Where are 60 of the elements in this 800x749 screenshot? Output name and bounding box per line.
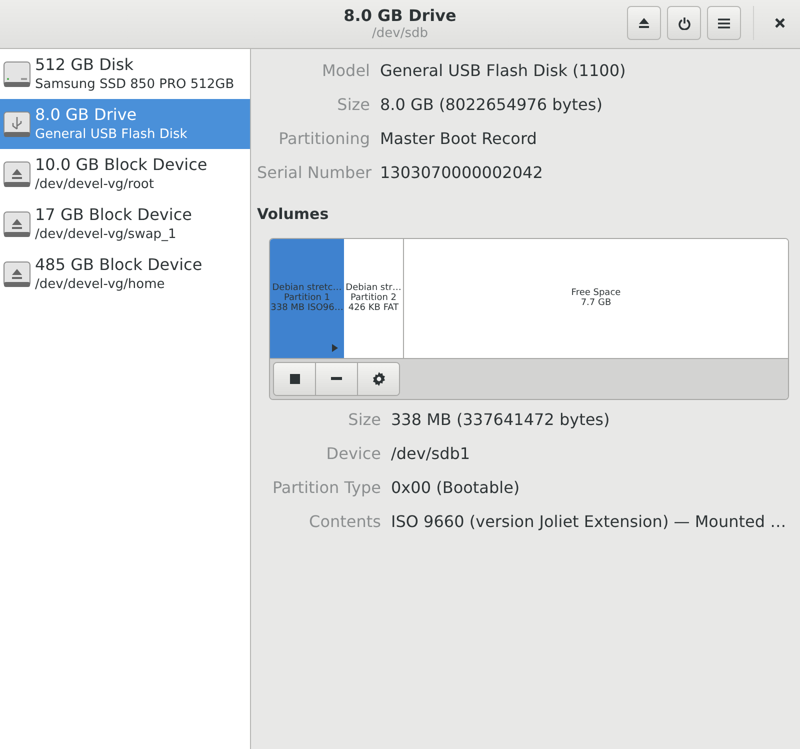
property-label: Size	[336, 94, 370, 116]
remove-button[interactable]	[316, 362, 358, 394]
usb-drive-icon	[3, 110, 31, 138]
stop-button[interactable]	[274, 362, 316, 394]
property-value: 338 MB (337641472 bytes)	[391, 408, 610, 430]
device-name: 17 GB Block Device	[35, 204, 192, 225]
eject-drive-icon	[3, 260, 31, 288]
close-icon	[775, 18, 785, 28]
property-label: Partitioning	[278, 128, 370, 150]
property-value: 8.0 GB (8022654976 bytes)	[380, 94, 602, 116]
device-detail: Samsung SSD 850 PRO 512GB	[35, 76, 234, 94]
device-item[interactable]: 10.0 GB Block Device /dev/devel-vg/root	[0, 149, 250, 199]
device-name: 10.0 GB Block Device	[35, 154, 208, 175]
property-label: Serial Number	[257, 162, 370, 184]
device-detail: /dev/devel-vg/swap_1	[35, 226, 178, 244]
device-name: 512 GB Disk	[35, 54, 134, 75]
device-name: 485 GB Block Device	[35, 254, 202, 275]
play-icon	[332, 344, 338, 352]
partition-segment[interactable]: Debian str… Partition 2 426 KB FAT	[344, 238, 404, 358]
device-name: 8.0 GB Drive	[35, 104, 138, 125]
segment-label: 338 MB ISO96…	[270, 303, 344, 313]
segment-label: 7.7 GB	[580, 298, 612, 308]
segment-label: Free Space	[571, 288, 621, 298]
segment-label: Partition 1	[284, 293, 330, 303]
settings-button[interactable]	[358, 362, 399, 394]
property-value: 0x00 (Bootable)	[391, 476, 520, 498]
eject-drive-icon	[3, 160, 31, 188]
device-item[interactable]: 485 GB Block Device /dev/devel-vg/home	[0, 249, 250, 299]
device-item[interactable]: 17 GB Block Device /dev/devel-vg/swap_1	[0, 199, 250, 249]
property-label: Contents	[308, 510, 381, 532]
power-icon	[678, 16, 690, 30]
segment-label: Debian str…	[346, 283, 402, 293]
device-detail: General USB Flash Disk	[35, 126, 188, 144]
property-value: Master Boot Record	[380, 128, 537, 150]
minus-icon	[331, 377, 342, 380]
volumes-heading: Volumes	[257, 204, 330, 225]
device-detail: /dev/devel-vg/root	[35, 176, 155, 194]
segment-label: Partition 2	[350, 293, 397, 303]
segment-label: 426 KB FAT	[348, 303, 399, 313]
property-label: Model	[320, 60, 370, 82]
window-subtitle: /dev/sdb	[372, 26, 428, 42]
eject-button[interactable]	[627, 6, 661, 40]
property-value: /dev/sdb1	[391, 442, 470, 464]
property-value: General USB Flash Disk (1100)	[380, 60, 626, 82]
device-item[interactable]: 512 GB Disk Samsung SSD 850 PRO 512GB	[0, 49, 250, 99]
property-label: Device	[325, 442, 381, 464]
device-detail: /dev/devel-vg/home	[35, 276, 166, 294]
eject-drive-icon	[3, 210, 31, 238]
property-label: Partition Type	[271, 476, 381, 498]
power-button[interactable]	[667, 6, 701, 40]
menu-button[interactable]	[707, 6, 741, 40]
menu-icon	[718, 18, 730, 28]
property-label: Size	[347, 408, 381, 430]
segment-label: Debian stretc…	[272, 283, 342, 293]
window-title: 8.0 GB Drive	[344, 6, 456, 26]
eject-icon	[638, 18, 650, 28]
gear-icon	[372, 372, 386, 386]
property-value: 1303070000002042	[380, 162, 543, 184]
stop-icon	[290, 374, 300, 384]
property-value: ISO 9660 (version Joliet Extension) — Mounted …	[391, 510, 786, 532]
